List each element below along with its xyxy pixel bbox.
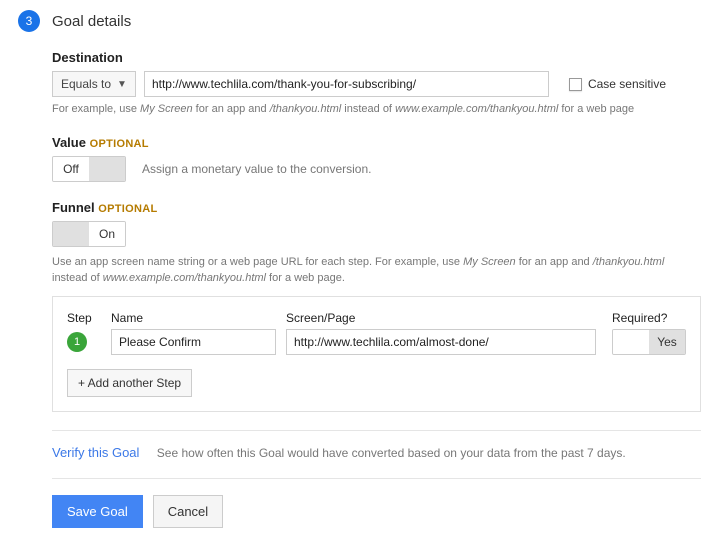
funnel-box: Step Name Screen/Page Required? 1 Yes + … [52, 296, 701, 412]
value-label-line: Value OPTIONAL [52, 135, 701, 150]
destination-group: Destination Equals to ▼ Case sensitive F… [52, 50, 701, 117]
cancel-button[interactable]: Cancel [153, 495, 223, 528]
value-toggle[interactable]: Off [52, 156, 126, 182]
funnel-label-line: Funnel OPTIONAL [52, 200, 701, 215]
funnel-label: Funnel [52, 200, 95, 215]
header-name: Name [111, 311, 276, 325]
funnel-help: Use an app screen name string or a web p… [52, 255, 701, 286]
match-type-value: Equals to [61, 77, 111, 91]
funnel-toggle-off[interactable] [53, 222, 89, 246]
value-toggle-on[interactable] [89, 157, 125, 181]
header-screen: Screen/Page [286, 311, 602, 325]
verify-goal-link[interactable]: Verify this Goal [52, 445, 139, 460]
case-sensitive-label: Case sensitive [588, 77, 666, 91]
header-step: Step [67, 311, 101, 325]
separator [52, 478, 701, 479]
chevron-down-icon: ▼ [117, 79, 127, 90]
separator [52, 430, 701, 431]
value-group: Value OPTIONAL Off Assign a monetary val… [52, 135, 701, 182]
funnel-group: Funnel OPTIONAL On Use an app screen nam… [52, 200, 701, 412]
step-number: 1 [67, 332, 87, 352]
destination-url-input[interactable] [144, 71, 549, 97]
value-label: Value [52, 135, 86, 150]
step-name-input[interactable] [111, 329, 276, 355]
value-help: Assign a monetary value to the conversio… [142, 162, 371, 176]
value-toggle-off[interactable]: Off [53, 157, 89, 181]
destination-help: For example, use My Screen for an app an… [52, 102, 701, 117]
step-number-badge: 3 [18, 10, 40, 32]
step-header: 3 Goal details [18, 10, 701, 32]
funnel-toggle-on[interactable]: On [89, 222, 125, 246]
funnel-step-row: 1 Yes [67, 329, 686, 355]
match-type-select[interactable]: Equals to ▼ [52, 71, 136, 97]
funnel-headers: Step Name Screen/Page Required? [67, 311, 686, 325]
button-row: Save Goal Cancel [52, 495, 701, 528]
verify-text: See how often this Goal would have conve… [157, 446, 626, 460]
funnel-toggle[interactable]: On [52, 221, 126, 247]
header-required: Required? [612, 311, 686, 325]
case-sensitive-checkbox[interactable] [569, 78, 582, 91]
required-toggle-no[interactable] [613, 330, 649, 354]
save-goal-button[interactable]: Save Goal [52, 495, 143, 528]
required-toggle[interactable]: Yes [612, 329, 686, 355]
destination-label: Destination [52, 50, 701, 65]
optional-tag: OPTIONAL [90, 138, 149, 150]
required-toggle-yes[interactable]: Yes [649, 330, 685, 354]
verify-row: Verify this Goal See how often this Goal… [52, 445, 701, 460]
step-title: Goal details [52, 13, 131, 30]
optional-tag: OPTIONAL [98, 203, 157, 215]
add-step-button[interactable]: + Add another Step [67, 369, 192, 397]
step-screen-input[interactable] [286, 329, 596, 355]
